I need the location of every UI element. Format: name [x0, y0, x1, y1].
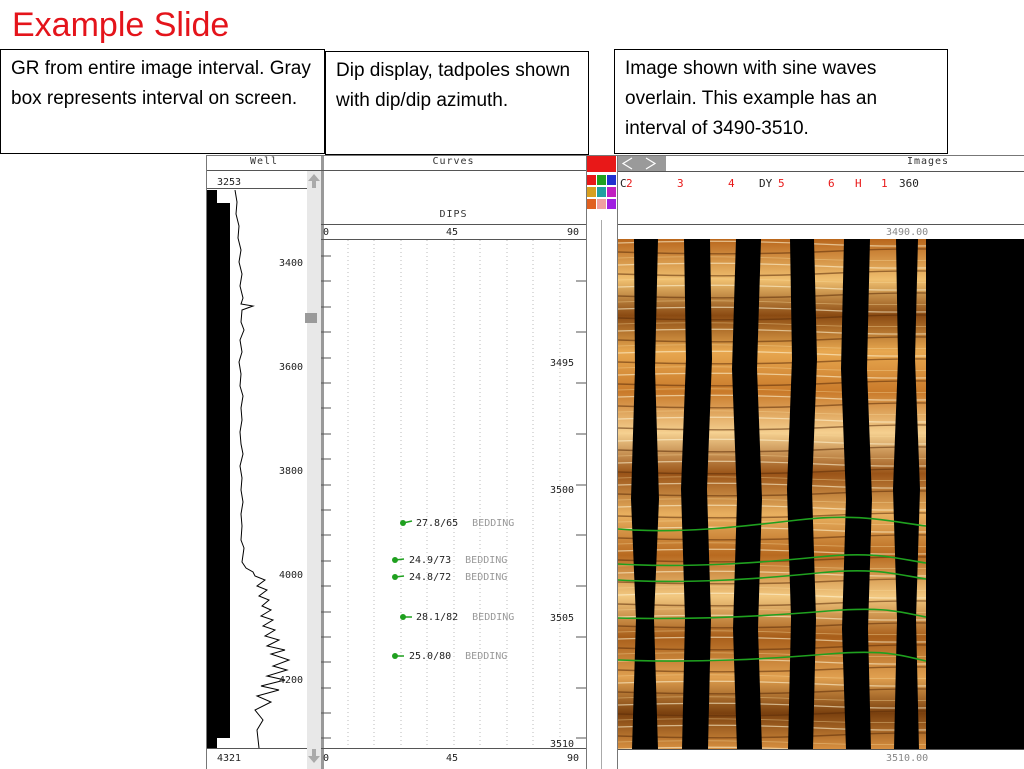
dips-label: DIPS — [439, 209, 468, 220]
color-swatch[interactable] — [607, 175, 616, 185]
color-swatch[interactable] — [587, 199, 596, 209]
callout-dip: Dip display, tadpoles shown with dip/dip… — [325, 51, 589, 155]
nav-left-arrow-icon[interactable] — [618, 156, 666, 171]
tadpole-icon[interactable] — [399, 519, 413, 527]
curves-track: Curves DIPS 0 45 90 3495 3500 3505 3510 … — [321, 156, 587, 769]
well-track-header: Well — [249, 156, 279, 167]
images-track: Images C 2 3 4 DY 5 6 H 1 360 3490.00 35… — [618, 156, 1024, 769]
callout-gr: GR from entire image interval. Gray box … — [0, 49, 325, 154]
dip-scale-90-bottom: 90 — [567, 753, 580, 764]
palette-column — [587, 156, 618, 769]
log-viewer: Well 3253 3400 3600 3800 4000 4200 4321 … — [206, 155, 1024, 769]
dip-scale-0: 0 — [323, 227, 330, 238]
well-depth-label: 3600 — [279, 362, 304, 373]
well-depth-label: 3400 — [279, 258, 304, 269]
tadpole-icon[interactable] — [391, 652, 405, 660]
dip-label: 24.8/72 BEDDING — [409, 572, 508, 583]
color-swatch[interactable] — [607, 187, 616, 197]
color-swatch[interactable] — [597, 187, 606, 197]
well-depth-bar — [207, 190, 217, 748]
dip-label: 24.9/73 BEDDING — [409, 555, 508, 566]
well-track: Well 3253 3400 3600 3800 4000 4200 4321 — [207, 156, 324, 769]
images-track-header: Images — [906, 156, 950, 167]
dip-label: 28.1/82 BEDDING — [416, 612, 515, 623]
pad-labels: C 2 3 4 DY 5 6 H 1 360 — [620, 177, 919, 190]
well-depth-label: 4000 — [279, 570, 304, 581]
image-bottom-depth: 3510.00 — [886, 753, 929, 764]
well-bottom-depth: 4321 — [217, 753, 242, 764]
color-swatch[interactable] — [587, 175, 596, 185]
dip-label: 25.0/80 BEDDING — [409, 651, 508, 662]
tadpole-icon[interactable] — [391, 556, 405, 564]
well-top-depth: 3253 — [217, 177, 242, 188]
scroll-down-arrow-icon[interactable] — [307, 748, 321, 764]
curves-depth-label: 3495 — [550, 358, 575, 369]
borehole-image — [618, 239, 1024, 749]
dip-scale-45: 45 — [446, 227, 459, 238]
curves-depth-label: 3505 — [550, 613, 575, 624]
image-top-depth: 3490.00 — [886, 227, 929, 238]
dip-label: 27.8/65 BEDDING — [416, 518, 515, 529]
well-scrollbar[interactable] — [307, 171, 321, 769]
dip-scale-45-bottom: 45 — [446, 753, 459, 764]
image-nav-arrows[interactable] — [618, 156, 666, 171]
curves-depth-label: 3500 — [550, 485, 575, 496]
color-swatch[interactable] — [597, 199, 606, 209]
color-swatch[interactable] — [597, 175, 606, 185]
callout-image: Image shown with sine waves overlain. Th… — [614, 49, 948, 154]
dip-scale-0-bottom: 0 — [323, 753, 330, 764]
palette-red-block[interactable] — [587, 156, 616, 172]
scroll-up-arrow-icon[interactable] — [307, 173, 321, 189]
well-depth-label: 3800 — [279, 466, 304, 477]
tadpole-icon[interactable] — [391, 573, 405, 581]
color-swatch[interactable] — [587, 187, 596, 197]
dip-scale-90: 90 — [567, 227, 580, 238]
slide-title: Example Slide — [12, 6, 230, 44]
well-depth-label: 4200 — [279, 675, 304, 686]
color-swatch[interactable] — [607, 199, 616, 209]
dip-grid — [321, 240, 586, 748]
tadpole-icon[interactable] — [399, 613, 413, 621]
curves-track-header: Curves — [432, 156, 475, 167]
